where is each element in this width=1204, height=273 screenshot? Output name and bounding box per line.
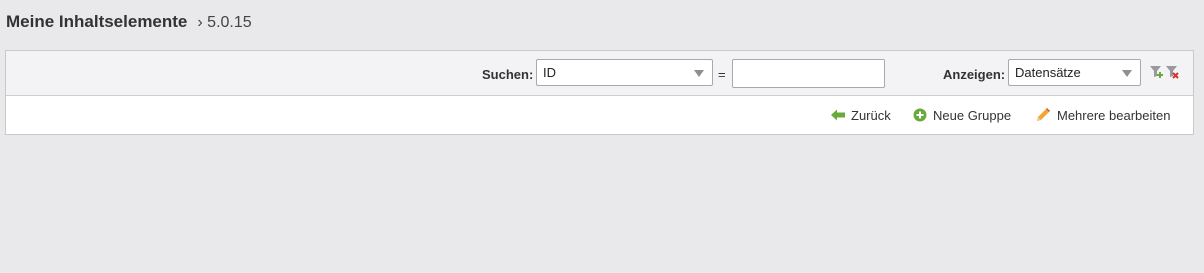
edit-multiple-label: Mehrere bearbeiten (1057, 107, 1171, 123)
filter-add-icon[interactable] (1149, 65, 1164, 80)
edit-multiple-button[interactable]: Mehrere bearbeiten (1035, 107, 1170, 123)
chevron-down-icon (1122, 70, 1132, 77)
search-field-select[interactable]: ID (536, 59, 713, 86)
search-input[interactable] (732, 59, 885, 88)
show-select[interactable]: Datensätze (1008, 59, 1141, 86)
operator-label: = (718, 67, 726, 82)
plus-circle-icon (913, 108, 927, 122)
chevron-down-icon (694, 70, 704, 77)
pencil-icon (1037, 108, 1050, 121)
show-value: Datensätze (1015, 65, 1081, 80)
content-panel: Suchen: ID = Anzeigen: Datensätze Zurück… (5, 50, 1194, 135)
page-title: Meine Inhaltselemente (6, 12, 188, 31)
new-group-button[interactable]: Neue Gruppe (913, 108, 1011, 123)
version-breadcrumb: › 5.0.15 (197, 14, 252, 31)
arrow-left-icon (831, 109, 845, 121)
show-label: Anzeigen: (943, 67, 1006, 82)
search-label: Suchen: (482, 67, 534, 82)
back-button[interactable]: Zurück (831, 108, 891, 123)
filter-bar: Suchen: ID = Anzeigen: Datensätze (6, 51, 1193, 96)
back-label: Zurück (851, 107, 891, 123)
page-header: Meine Inhaltselemente › 5.0.15 (6, 12, 252, 32)
new-group-label: Neue Gruppe (933, 107, 1012, 123)
action-bar: Zurück Neue Gruppe Mehrere bearbeiten (6, 107, 1193, 123)
search-field-value: ID (543, 65, 556, 80)
filter-remove-icon[interactable] (1165, 65, 1180, 80)
